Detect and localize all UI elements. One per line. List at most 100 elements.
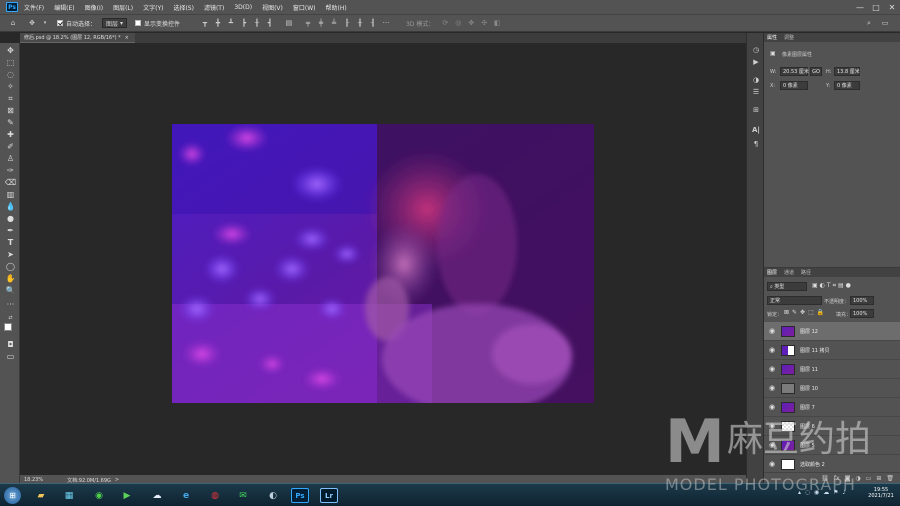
character-icon[interactable]: A| bbox=[751, 125, 761, 135]
tab-channels[interactable]: 通道 bbox=[784, 269, 794, 276]
quick-mask-icon[interactable]: ◘ bbox=[5, 340, 16, 350]
layer-name[interactable]: 图层 10 bbox=[800, 385, 818, 392]
eraser-tool[interactable]: ⌫ bbox=[5, 178, 16, 188]
c4d-icon[interactable]: ◐ bbox=[262, 487, 284, 504]
tab-layers[interactable]: 图层 bbox=[767, 269, 777, 276]
start-button[interactable]: ⊞ bbox=[4, 487, 21, 504]
frame-tool[interactable]: ⊠ bbox=[5, 106, 16, 116]
menu-select[interactable]: 选择(S) bbox=[173, 3, 194, 12]
media-player-icon[interactable]: ▶ bbox=[116, 487, 138, 504]
3d-slide-icon[interactable]: ✣ bbox=[479, 18, 489, 28]
menu-help[interactable]: 帮助(H) bbox=[326, 3, 347, 12]
align-right-icon[interactable]: ┫ bbox=[265, 18, 275, 28]
wechat-icon[interactable]: ✉ bbox=[232, 487, 254, 504]
tab-close-icon[interactable]: × bbox=[125, 35, 129, 41]
hand-tool[interactable]: ✋ bbox=[5, 274, 16, 284]
menu-view[interactable]: 视图(V) bbox=[262, 3, 283, 12]
3d-rotate-icon[interactable]: ⟳ bbox=[440, 18, 450, 28]
ie-icon[interactable]: e bbox=[175, 487, 197, 504]
lasso-tool[interactable]: ◌ bbox=[5, 70, 16, 80]
type-tool[interactable]: T bbox=[5, 238, 16, 248]
fill-field[interactable]: 100% bbox=[850, 309, 874, 318]
distribute-hcenter-icon[interactable]: ╫ bbox=[355, 18, 365, 28]
auto-select-checkbox[interactable] bbox=[57, 20, 63, 26]
layer-thumbnail[interactable] bbox=[781, 420, 795, 432]
layer-style-icon[interactable]: fx bbox=[834, 475, 840, 482]
link-layers-icon[interactable]: ⛓ bbox=[821, 475, 829, 482]
clock[interactable]: 19:55 2021/7/21 bbox=[864, 487, 898, 499]
lock-icons[interactable]: ⊠✎✥⬚🔒 bbox=[784, 309, 827, 316]
photoshop-taskbar-icon[interactable]: Ps bbox=[291, 488, 309, 503]
ellipse-tool[interactable]: ◯ bbox=[5, 262, 16, 272]
distribute-bottom-icon[interactable]: ╧ bbox=[329, 18, 339, 28]
brush-tool[interactable]: ✐ bbox=[5, 142, 16, 152]
screen-mode-icon[interactable]: ▭ bbox=[5, 352, 16, 362]
workspace-icon[interactable]: ▭ bbox=[880, 18, 890, 28]
link-dimensions-icon[interactable]: GO bbox=[810, 67, 822, 76]
visibility-eye-icon[interactable]: ◉ bbox=[767, 460, 777, 468]
opacity-field[interactable]: 100% bbox=[850, 296, 874, 305]
document-tab[interactable]: 修后.psd @ 18.2% (图层 12, RGB/16*) * × bbox=[20, 33, 135, 43]
move-tool-icon[interactable]: ✥ bbox=[27, 18, 37, 28]
new-layer-icon[interactable]: ⊞ bbox=[876, 475, 881, 482]
layer-filter-icons[interactable]: ▣◐T⌗▤● bbox=[812, 282, 853, 290]
layer-thumbnail[interactable] bbox=[781, 344, 795, 356]
add-mask-icon[interactable]: ◙ bbox=[845, 475, 851, 482]
marquee-tool[interactable]: ⬚ bbox=[5, 58, 16, 68]
menu-window[interactable]: 窗口(W) bbox=[293, 3, 316, 12]
clone-stamp-tool[interactable]: ♙ bbox=[5, 154, 16, 164]
3d-pan-icon[interactable]: ✥ bbox=[466, 18, 476, 28]
layer-name[interactable]: 图层 11 bbox=[800, 366, 818, 373]
foreground-color-swatch[interactable] bbox=[4, 323, 12, 331]
delete-layer-icon[interactable]: 🗑 bbox=[886, 475, 894, 482]
align-top-icon[interactable]: ┳ bbox=[200, 18, 210, 28]
actions-play-icon[interactable]: ▶ bbox=[751, 57, 761, 67]
search-icon[interactable]: ⌕ bbox=[864, 18, 874, 28]
align-vcenter-icon[interactable]: ╋ bbox=[213, 18, 223, 28]
layer-name[interactable]: 图层 6 bbox=[800, 423, 815, 430]
align-hcenter-icon[interactable]: ╂ bbox=[252, 18, 262, 28]
menu-layer[interactable]: 图层(L) bbox=[113, 3, 133, 12]
layer-row[interactable]: ◉ 图层 11 拷贝 bbox=[764, 341, 900, 360]
minimize-button[interactable]: — bbox=[852, 0, 868, 14]
history-brush-tool[interactable]: ✑ bbox=[5, 166, 16, 176]
distribute-vcenter-icon[interactable]: ╪ bbox=[316, 18, 326, 28]
close-window-button[interactable]: ✕ bbox=[884, 0, 900, 14]
visibility-eye-icon[interactable]: ◉ bbox=[767, 422, 777, 430]
baidu-netdisk-icon[interactable]: ☁ bbox=[146, 487, 168, 504]
distribute-top-icon[interactable]: ╤ bbox=[303, 18, 313, 28]
new-adjustment-icon[interactable]: ◑ bbox=[855, 475, 860, 482]
distribute-right-icon[interactable]: ╢ bbox=[368, 18, 378, 28]
auto-select-dropdown[interactable]: 图层 ▾ bbox=[102, 18, 127, 28]
new-group-icon[interactable]: ▭ bbox=[866, 475, 872, 482]
distribute-icon[interactable]: ▤ bbox=[284, 18, 294, 28]
media-center-icon[interactable]: ▦ bbox=[58, 487, 80, 504]
swap-colors-icon[interactable]: ⇄ bbox=[5, 313, 16, 323]
blend-mode-dropdown[interactable]: 正常 bbox=[767, 296, 822, 305]
y-field[interactable]: 0 像素 bbox=[834, 81, 860, 90]
layer-thumbnail[interactable] bbox=[781, 439, 795, 451]
document-image[interactable] bbox=[172, 124, 594, 403]
layer-thumbnail[interactable] bbox=[781, 325, 795, 337]
height-field[interactable]: 13.8 厘米 bbox=[834, 67, 860, 76]
3d-scale-icon[interactable]: ◧ bbox=[492, 18, 502, 28]
menu-file[interactable]: 文件(F) bbox=[24, 3, 44, 12]
explorer-icon[interactable]: ▰ bbox=[30, 487, 52, 504]
sliders-icon[interactable]: ☰ bbox=[751, 87, 761, 97]
menu-3d[interactable]: 3D(D) bbox=[234, 4, 252, 11]
visibility-eye-icon[interactable]: ◉ bbox=[767, 346, 777, 354]
layer-row[interactable]: ◉ 图层 6 bbox=[764, 417, 900, 436]
dodge-tool[interactable]: ● bbox=[5, 214, 16, 224]
360-browser-icon[interactable]: ◉ bbox=[88, 487, 110, 504]
visibility-eye-icon[interactable]: ◉ bbox=[767, 403, 777, 411]
layer-row[interactable]: ◉ 图层 5 bbox=[764, 436, 900, 455]
align-bottom-icon[interactable]: ┻ bbox=[226, 18, 236, 28]
visibility-eye-icon[interactable]: ◉ bbox=[767, 365, 777, 373]
layer-filter-dropdown[interactable]: ⌕ 类型 bbox=[767, 282, 807, 291]
zoom-tool[interactable]: 🔍 bbox=[5, 286, 16, 296]
chevron-down-icon[interactable]: ▾ bbox=[40, 18, 50, 28]
pen-tool[interactable]: ✒ bbox=[5, 226, 16, 236]
visibility-eye-icon[interactable]: ◉ bbox=[767, 327, 777, 335]
magic-wand-tool[interactable]: ✧ bbox=[5, 82, 16, 92]
layer-name[interactable]: 图层 12 bbox=[800, 328, 818, 335]
